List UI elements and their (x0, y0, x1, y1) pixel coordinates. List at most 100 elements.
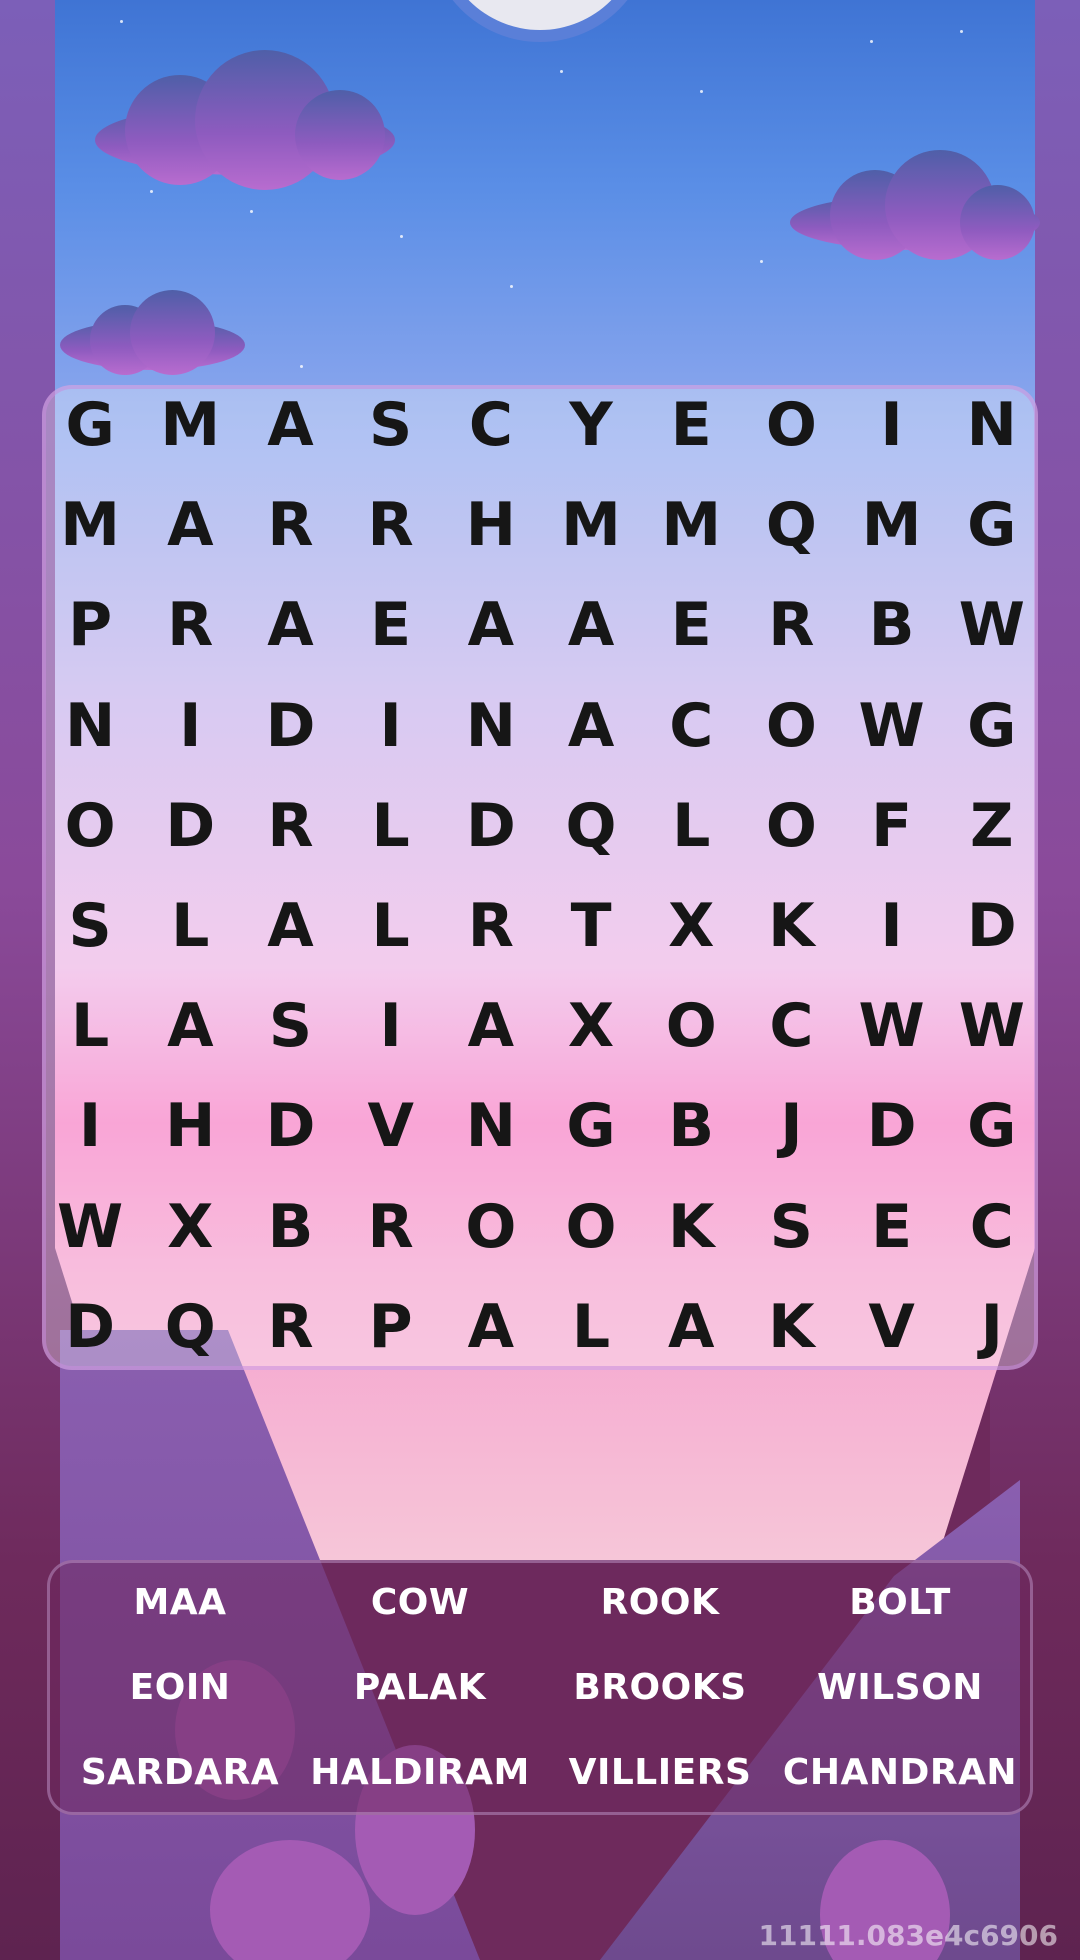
grid-cell[interactable]: P (40, 575, 140, 675)
grid-cell[interactable]: K (741, 876, 841, 976)
grid-cell[interactable]: A (240, 375, 340, 475)
grid-cell[interactable]: E (842, 1177, 942, 1277)
grid-cell[interactable]: W (942, 976, 1042, 1076)
grid-cell[interactable]: W (942, 575, 1042, 675)
grid-cell[interactable]: J (741, 1076, 841, 1176)
grid-cell[interactable]: X (140, 1177, 240, 1277)
grid-cell[interactable]: R (240, 475, 340, 575)
grid-cell[interactable]: N (441, 676, 541, 776)
grid-cell[interactable]: M (541, 475, 641, 575)
grid-cell[interactable]: S (341, 375, 441, 475)
grid-cell[interactable]: A (441, 1277, 541, 1377)
grid-cell[interactable]: M (842, 475, 942, 575)
grid-cell[interactable]: D (40, 1277, 140, 1377)
grid-cell[interactable]: O (741, 676, 841, 776)
grid-cell[interactable]: L (40, 976, 140, 1076)
grid-cell[interactable]: C (741, 976, 841, 1076)
grid-cell[interactable]: I (842, 876, 942, 976)
grid-cell[interactable]: S (741, 1177, 841, 1277)
grid-cell[interactable]: D (240, 676, 340, 776)
grid-cell[interactable]: G (40, 375, 140, 475)
grid-cell[interactable]: D (942, 876, 1042, 976)
grid-cell[interactable]: G (942, 475, 1042, 575)
grid-cell[interactable]: L (641, 776, 741, 876)
grid-cell[interactable]: B (842, 575, 942, 675)
grid-cell[interactable]: G (942, 676, 1042, 776)
grid-cell[interactable]: A (240, 876, 340, 976)
grid-cell[interactable]: N (40, 676, 140, 776)
grid-cell[interactable]: O (541, 1177, 641, 1277)
grid-cell[interactable]: W (842, 976, 942, 1076)
grid-cell[interactable]: H (441, 475, 541, 575)
grid-cell[interactable]: R (240, 1277, 340, 1377)
grid-cell[interactable]: L (341, 876, 441, 976)
grid-cell[interactable]: A (140, 475, 240, 575)
grid-cell[interactable]: N (942, 375, 1042, 475)
grid-cell[interactable]: O (40, 776, 140, 876)
grid-cell[interactable]: I (40, 1076, 140, 1176)
grid-cell[interactable]: D (441, 776, 541, 876)
grid-cell[interactable]: E (341, 575, 441, 675)
grid-cell[interactable]: V (341, 1076, 441, 1176)
grid-cell[interactable]: M (641, 475, 741, 575)
grid-cell[interactable]: B (641, 1076, 741, 1176)
grid-cell[interactable]: K (641, 1177, 741, 1277)
grid-cell[interactable]: C (942, 1177, 1042, 1277)
grid-cell[interactable]: S (240, 976, 340, 1076)
grid-cell[interactable]: O (741, 776, 841, 876)
grid-cell[interactable]: Q (140, 1277, 240, 1377)
grid-cell[interactable]: E (641, 575, 741, 675)
grid-cell[interactable]: R (741, 575, 841, 675)
grid-cell[interactable]: Q (741, 475, 841, 575)
grid-cell[interactable]: S (40, 876, 140, 976)
grid-cell[interactable]: J (942, 1277, 1042, 1377)
letter-grid[interactable]: GMASCYEOINMARRHMMQMGPRAEAAERBWNIDINACOWG… (40, 375, 1042, 1377)
grid-cell[interactable]: K (741, 1277, 841, 1377)
grid-cell[interactable]: D (842, 1076, 942, 1176)
grid-cell[interactable]: I (842, 375, 942, 475)
grid-cell[interactable]: A (641, 1277, 741, 1377)
grid-cell[interactable]: Z (942, 776, 1042, 876)
grid-cell[interactable]: Y (541, 375, 641, 475)
grid-cell[interactable]: I (341, 676, 441, 776)
grid-cell[interactable]: P (341, 1277, 441, 1377)
grid-cell[interactable]: O (441, 1177, 541, 1277)
grid-cell[interactable]: M (40, 475, 140, 575)
grid-cell[interactable]: L (341, 776, 441, 876)
grid-cell[interactable]: O (641, 976, 741, 1076)
grid-cell[interactable]: R (341, 475, 441, 575)
grid-cell[interactable]: Q (541, 776, 641, 876)
grid-cell[interactable]: A (140, 976, 240, 1076)
grid-cell[interactable]: C (641, 676, 741, 776)
grid-cell[interactable]: C (441, 375, 541, 475)
grid-cell[interactable]: A (441, 575, 541, 675)
grid-cell[interactable]: L (541, 1277, 641, 1377)
grid-cell[interactable]: A (441, 976, 541, 1076)
grid-cell[interactable]: F (842, 776, 942, 876)
grid-cell[interactable]: G (942, 1076, 1042, 1176)
grid-cell[interactable]: R (341, 1177, 441, 1277)
grid-cell[interactable]: X (641, 876, 741, 976)
grid-cell[interactable]: B (240, 1177, 340, 1277)
grid-cell[interactable]: T (541, 876, 641, 976)
grid-cell[interactable]: O (741, 375, 841, 475)
grid-cell[interactable]: D (240, 1076, 340, 1176)
grid-cell[interactable]: H (140, 1076, 240, 1176)
grid-cell[interactable]: R (140, 575, 240, 675)
grid-cell[interactable]: X (541, 976, 641, 1076)
grid-cell[interactable]: L (140, 876, 240, 976)
grid-cell[interactable]: E (641, 375, 741, 475)
grid-cell[interactable]: M (140, 375, 240, 475)
grid-cell[interactable]: W (40, 1177, 140, 1277)
grid-cell[interactable]: R (240, 776, 340, 876)
grid-cell[interactable]: N (441, 1076, 541, 1176)
grid-cell[interactable]: G (541, 1076, 641, 1176)
grid-cell[interactable]: R (441, 876, 541, 976)
grid-cell[interactable]: I (341, 976, 441, 1076)
grid-cell[interactable]: A (541, 575, 641, 675)
grid-cell[interactable]: I (140, 676, 240, 776)
grid-cell[interactable]: A (541, 676, 641, 776)
grid-cell[interactable]: V (842, 1277, 942, 1377)
grid-cell[interactable]: A (240, 575, 340, 675)
grid-cell[interactable]: W (842, 676, 942, 776)
